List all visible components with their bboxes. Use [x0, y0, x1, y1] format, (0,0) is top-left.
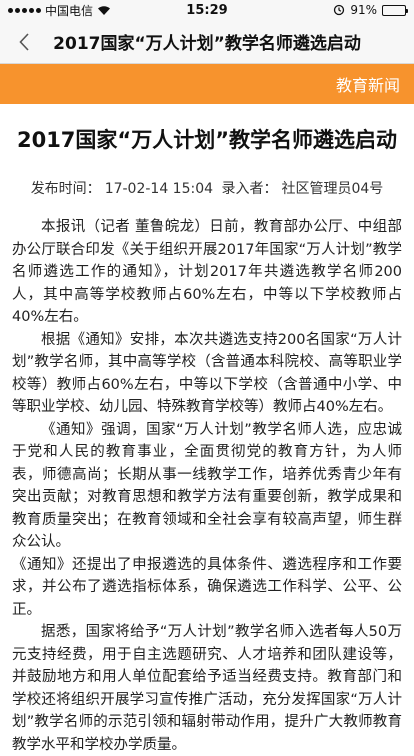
back-button[interactable] [12, 28, 36, 56]
author-name: 社区管理员04号 [281, 181, 384, 197]
author-label: 录入者： [221, 181, 278, 197]
nav-title: 2017国家“万人计划”教学名师遴选启动 [53, 34, 361, 54]
carrier-name: 中国电信 [45, 3, 94, 18]
signal-icon [8, 7, 41, 13]
article: 2017国家“万人计划”教学名师遴选启动 发布时间： 17-02-14 15:04… [0, 104, 414, 756]
publish-label: 发布时间： [30, 181, 101, 197]
paragraph: 《通知》还提出了申报遴选的具体条件、遴选程序和工作要求，并公布了遴选指标体系，确… [12, 556, 402, 618]
chevron-left-icon [19, 33, 29, 51]
article-meta: 发布时间： 17-02-14 15:04 录入者： 社区管理员04号 [0, 178, 414, 198]
paragraph: 根据《通知》安排，本次共遴选支持200名国家“万人计划”教学名师，其中高等学校（… [12, 331, 402, 416]
status-left: 中国电信 [8, 2, 111, 19]
status-right: 91% [333, 3, 408, 17]
paragraph: 《通知》强调，国家“万人计划”教学名师人选，应忠诚于党和人民的教育事业，全面贯彻… [12, 421, 402, 551]
wifi-icon [98, 5, 111, 15]
article-body: 本报讯（记者 董鲁皖龙）日前，教育部办公厅、中组部办公厅联合印发《关于组织开展2… [0, 216, 414, 756]
battery-icon [382, 4, 408, 16]
publish-time: 17-02-14 15:04 [104, 181, 214, 197]
section-banner: 教育新闻 [0, 64, 414, 104]
alarm-lock-icon [334, 4, 345, 16]
section-label: 教育新闻 [335, 76, 400, 95]
nav-bar: 2017国家“万人计划”教学名师遴选启动 [0, 20, 414, 64]
article-title: 2017国家“万人计划”教学名师遴选启动 [16, 128, 398, 152]
battery-percent: 91% [350, 3, 377, 17]
status-bar: 中国电信 15:29 91% [0, 0, 414, 20]
paragraph: 本报讯（记者 董鲁皖龙）日前，教育部办公厅、中组部办公厅联合印发《关于组织开展2… [12, 219, 402, 325]
